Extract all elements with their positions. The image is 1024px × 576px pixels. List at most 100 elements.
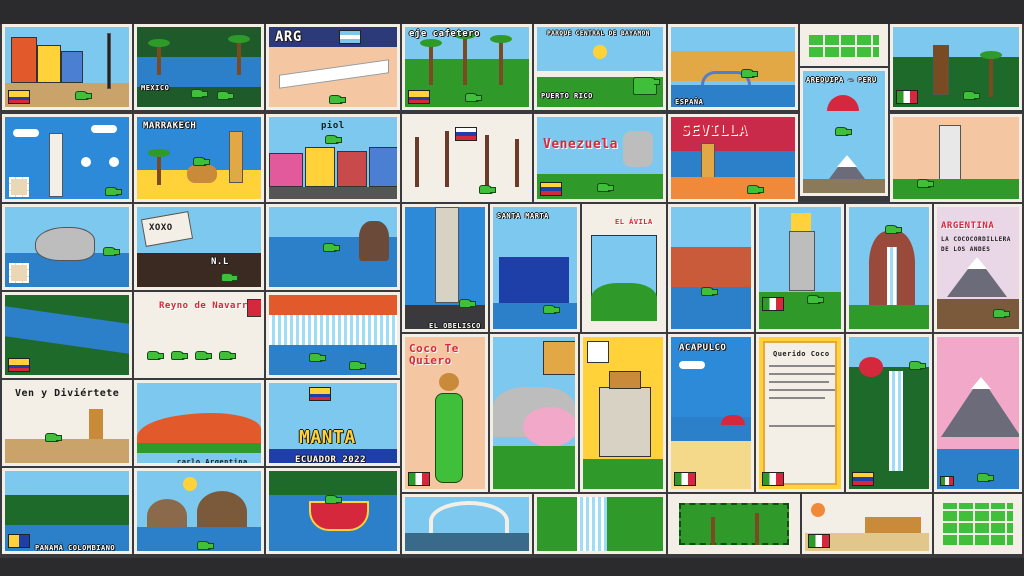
postcard-piol-town: piol	[266, 114, 400, 202]
postcard-acapulco: ACAPULCO	[668, 334, 754, 492]
postcard-waterfall-lake	[266, 204, 400, 290]
croc-mascot	[917, 179, 934, 188]
croc-mascot	[105, 187, 122, 196]
card-caption: EL ÁVILA	[615, 218, 653, 226]
postcard-espana-bridge: ESPAÑA	[668, 24, 798, 110]
postcard-jungle-tower	[890, 24, 1022, 110]
croc-mascot	[909, 361, 926, 370]
stamp-icon	[9, 177, 29, 197]
flag-icon	[8, 358, 30, 372]
postcard-palm-frame	[668, 494, 800, 554]
flag-icon	[309, 387, 331, 401]
top-bar	[0, 0, 1024, 24]
postcard-croc-grid-bottom	[934, 494, 1022, 554]
postcard-river-jungle	[2, 292, 132, 378]
card-caption: ECUADOR 2022	[295, 455, 367, 465]
croc-mascot	[747, 185, 764, 194]
postcard-pyramid-temple	[580, 334, 666, 492]
postcard-heart-tower	[2, 114, 132, 202]
postcard-croc-grid-top	[800, 24, 888, 66]
postcard-panama: PANAMÁ COLOMBIANO	[2, 468, 132, 554]
card-caption: eje cafetero	[409, 29, 481, 39]
croc-mascot	[329, 95, 346, 104]
croc-mascot	[323, 243, 340, 252]
postcard-argentina-bridge: ARG	[266, 24, 400, 110]
postcard-sevilla: SEVILLA	[668, 114, 798, 202]
postcard-arrecife	[2, 24, 132, 110]
croc-mascot	[191, 89, 208, 98]
croc-mascot	[103, 247, 120, 256]
croc-mascot	[835, 127, 852, 136]
card-caption: Venezuela	[543, 137, 618, 152]
postcard-iguazu	[266, 292, 400, 378]
card-caption: XOXO	[149, 223, 173, 233]
croc-mascot	[309, 353, 326, 362]
postcard-el-avila: EL ÁVILA	[582, 204, 666, 332]
croc-mascot	[543, 305, 560, 314]
card-caption: SEVILLA	[681, 121, 748, 139]
postcard-venezuela: Venezuela	[534, 114, 666, 202]
postcard-beach-mountains	[668, 204, 754, 332]
postcard-letter: Querido Coco	[756, 334, 844, 492]
flag-icon	[455, 127, 477, 141]
croc-mascot	[219, 351, 236, 360]
postcard-ven-y-diviertete: Ven y Diviértete	[2, 380, 132, 466]
postcard-angel-statue	[756, 204, 844, 332]
flag-icon	[808, 534, 830, 548]
croc-mascot	[75, 91, 92, 100]
croc-mascot	[465, 93, 482, 102]
croc-mascot	[701, 287, 718, 296]
croc-mascot	[977, 473, 994, 482]
postcard-rock-hills	[134, 468, 264, 554]
card-caption: Reyno de Navarra	[159, 301, 254, 311]
bottom-bar	[0, 558, 1024, 576]
flag-icon	[339, 30, 361, 44]
card-caption: AREQUIPA — PERU	[806, 76, 877, 84]
postcard-carlo-argentina: carlo Argentina	[134, 380, 264, 466]
stamp-icon	[9, 263, 29, 283]
postcard-green-waterfall	[534, 494, 666, 554]
flag-icon	[852, 472, 874, 486]
card-caption: LA COCOCORDILLERA DE LOS ANDES	[941, 236, 1011, 253]
croc-mascot	[217, 91, 234, 100]
croc-mascot	[193, 157, 210, 166]
croc-mascot	[459, 299, 476, 308]
croc-mascot	[993, 309, 1010, 318]
postcard-angel-falls	[846, 334, 932, 492]
card-caption: PUERTO RICO	[541, 92, 593, 100]
postcard-xoxo: XOXO N.L	[134, 204, 264, 290]
croc-mascot	[633, 77, 660, 95]
postcard-navarra: Reyno de Navarra	[134, 292, 264, 378]
croc-mascot	[171, 351, 188, 360]
croc-mascot	[807, 295, 824, 304]
croc-mascot	[963, 91, 980, 100]
postcard-waterfall-peak	[846, 204, 932, 332]
postcard-boat	[266, 468, 400, 554]
postcard-arequipa: AREQUIPA — PERU	[800, 68, 888, 196]
card-caption: PARQUE CENTRAL DE BAYAMON	[547, 30, 650, 37]
card-caption: MEXICO	[141, 84, 170, 92]
croc-mascot	[885, 225, 902, 234]
croc-mascot	[221, 273, 238, 282]
flag-icon	[8, 534, 30, 548]
card-caption: ARGENTINA	[941, 221, 995, 231]
croc-mascot	[349, 361, 366, 370]
card-caption: piol	[321, 121, 345, 131]
card-caption: Ven y Diviértete	[15, 388, 120, 399]
card-caption: PANAMÁ COLOMBIANO	[35, 544, 116, 552]
postcard-argentina-cordillera: ARGENTINA LA COCOCORDILLERA DE LOS ANDES	[934, 204, 1022, 332]
croc-mascot	[197, 541, 214, 550]
flag-icon	[674, 472, 696, 486]
postcard-eje-cafetero: eje cafetero	[402, 24, 532, 110]
card-caption: ACAPULCO	[679, 343, 727, 353]
croc-mascot	[195, 351, 212, 360]
croc-mascot	[45, 433, 62, 442]
flag-icon	[408, 90, 430, 104]
postcard-manta-ecuador: MANTA ECUADOR 2022	[266, 380, 400, 466]
card-caption: MARRAKECH	[143, 121, 197, 131]
card-caption: EL OBELISCO	[429, 322, 481, 330]
croc-mascot	[741, 69, 758, 78]
card-caption: carlo Argentina	[177, 458, 248, 466]
postcard-puerto-rico: PARQUE CENTRAL DE BAYAMON PUERTO RICO	[534, 24, 666, 110]
postcard-mexico-river: MEXICO	[134, 24, 264, 110]
